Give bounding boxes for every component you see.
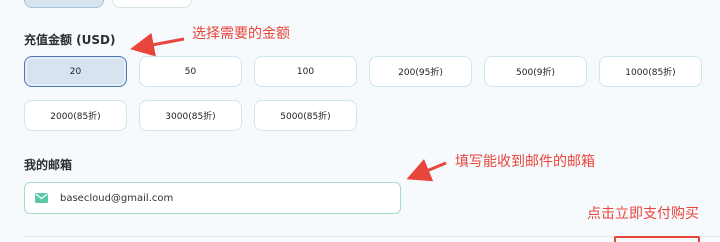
- amount-option-100[interactable]: 100: [254, 56, 357, 87]
- pay-button-highlight[interactable]: [614, 236, 700, 242]
- annotation-select-amount: 选择需要的金额: [192, 26, 290, 42]
- previous-option-selected[interactable]: [24, 0, 104, 8]
- annotation-click-buy: 点击立即支付购买: [587, 206, 699, 222]
- amount-option-2000[interactable]: 2000(85折): [24, 100, 127, 131]
- amount-option-200[interactable]: 200(95折): [369, 56, 472, 87]
- amount-option-5000[interactable]: 5000(85折): [254, 100, 357, 131]
- email-input[interactable]: basecloud@gmail.com: [24, 182, 401, 214]
- amount-option-1000[interactable]: 1000(85折): [599, 56, 702, 87]
- email-section-label: 我的邮箱: [24, 158, 73, 172]
- arrow-to-email: [406, 159, 447, 182]
- mail-icon: [35, 193, 48, 203]
- amount-section-label: 充值金额 (USD): [24, 33, 116, 47]
- amount-option-50[interactable]: 50: [139, 56, 242, 87]
- annotation-fill-email: 填写能收到邮件的邮箱: [455, 154, 595, 170]
- amount-option-3000[interactable]: 3000(85折): [139, 100, 242, 131]
- arrow-to-amount: [130, 32, 185, 57]
- amount-option-500[interactable]: 500(9折): [484, 56, 587, 87]
- amount-option-20[interactable]: 20: [24, 56, 127, 87]
- previous-option[interactable]: [112, 0, 192, 8]
- email-value: basecloud@gmail.com: [60, 192, 174, 204]
